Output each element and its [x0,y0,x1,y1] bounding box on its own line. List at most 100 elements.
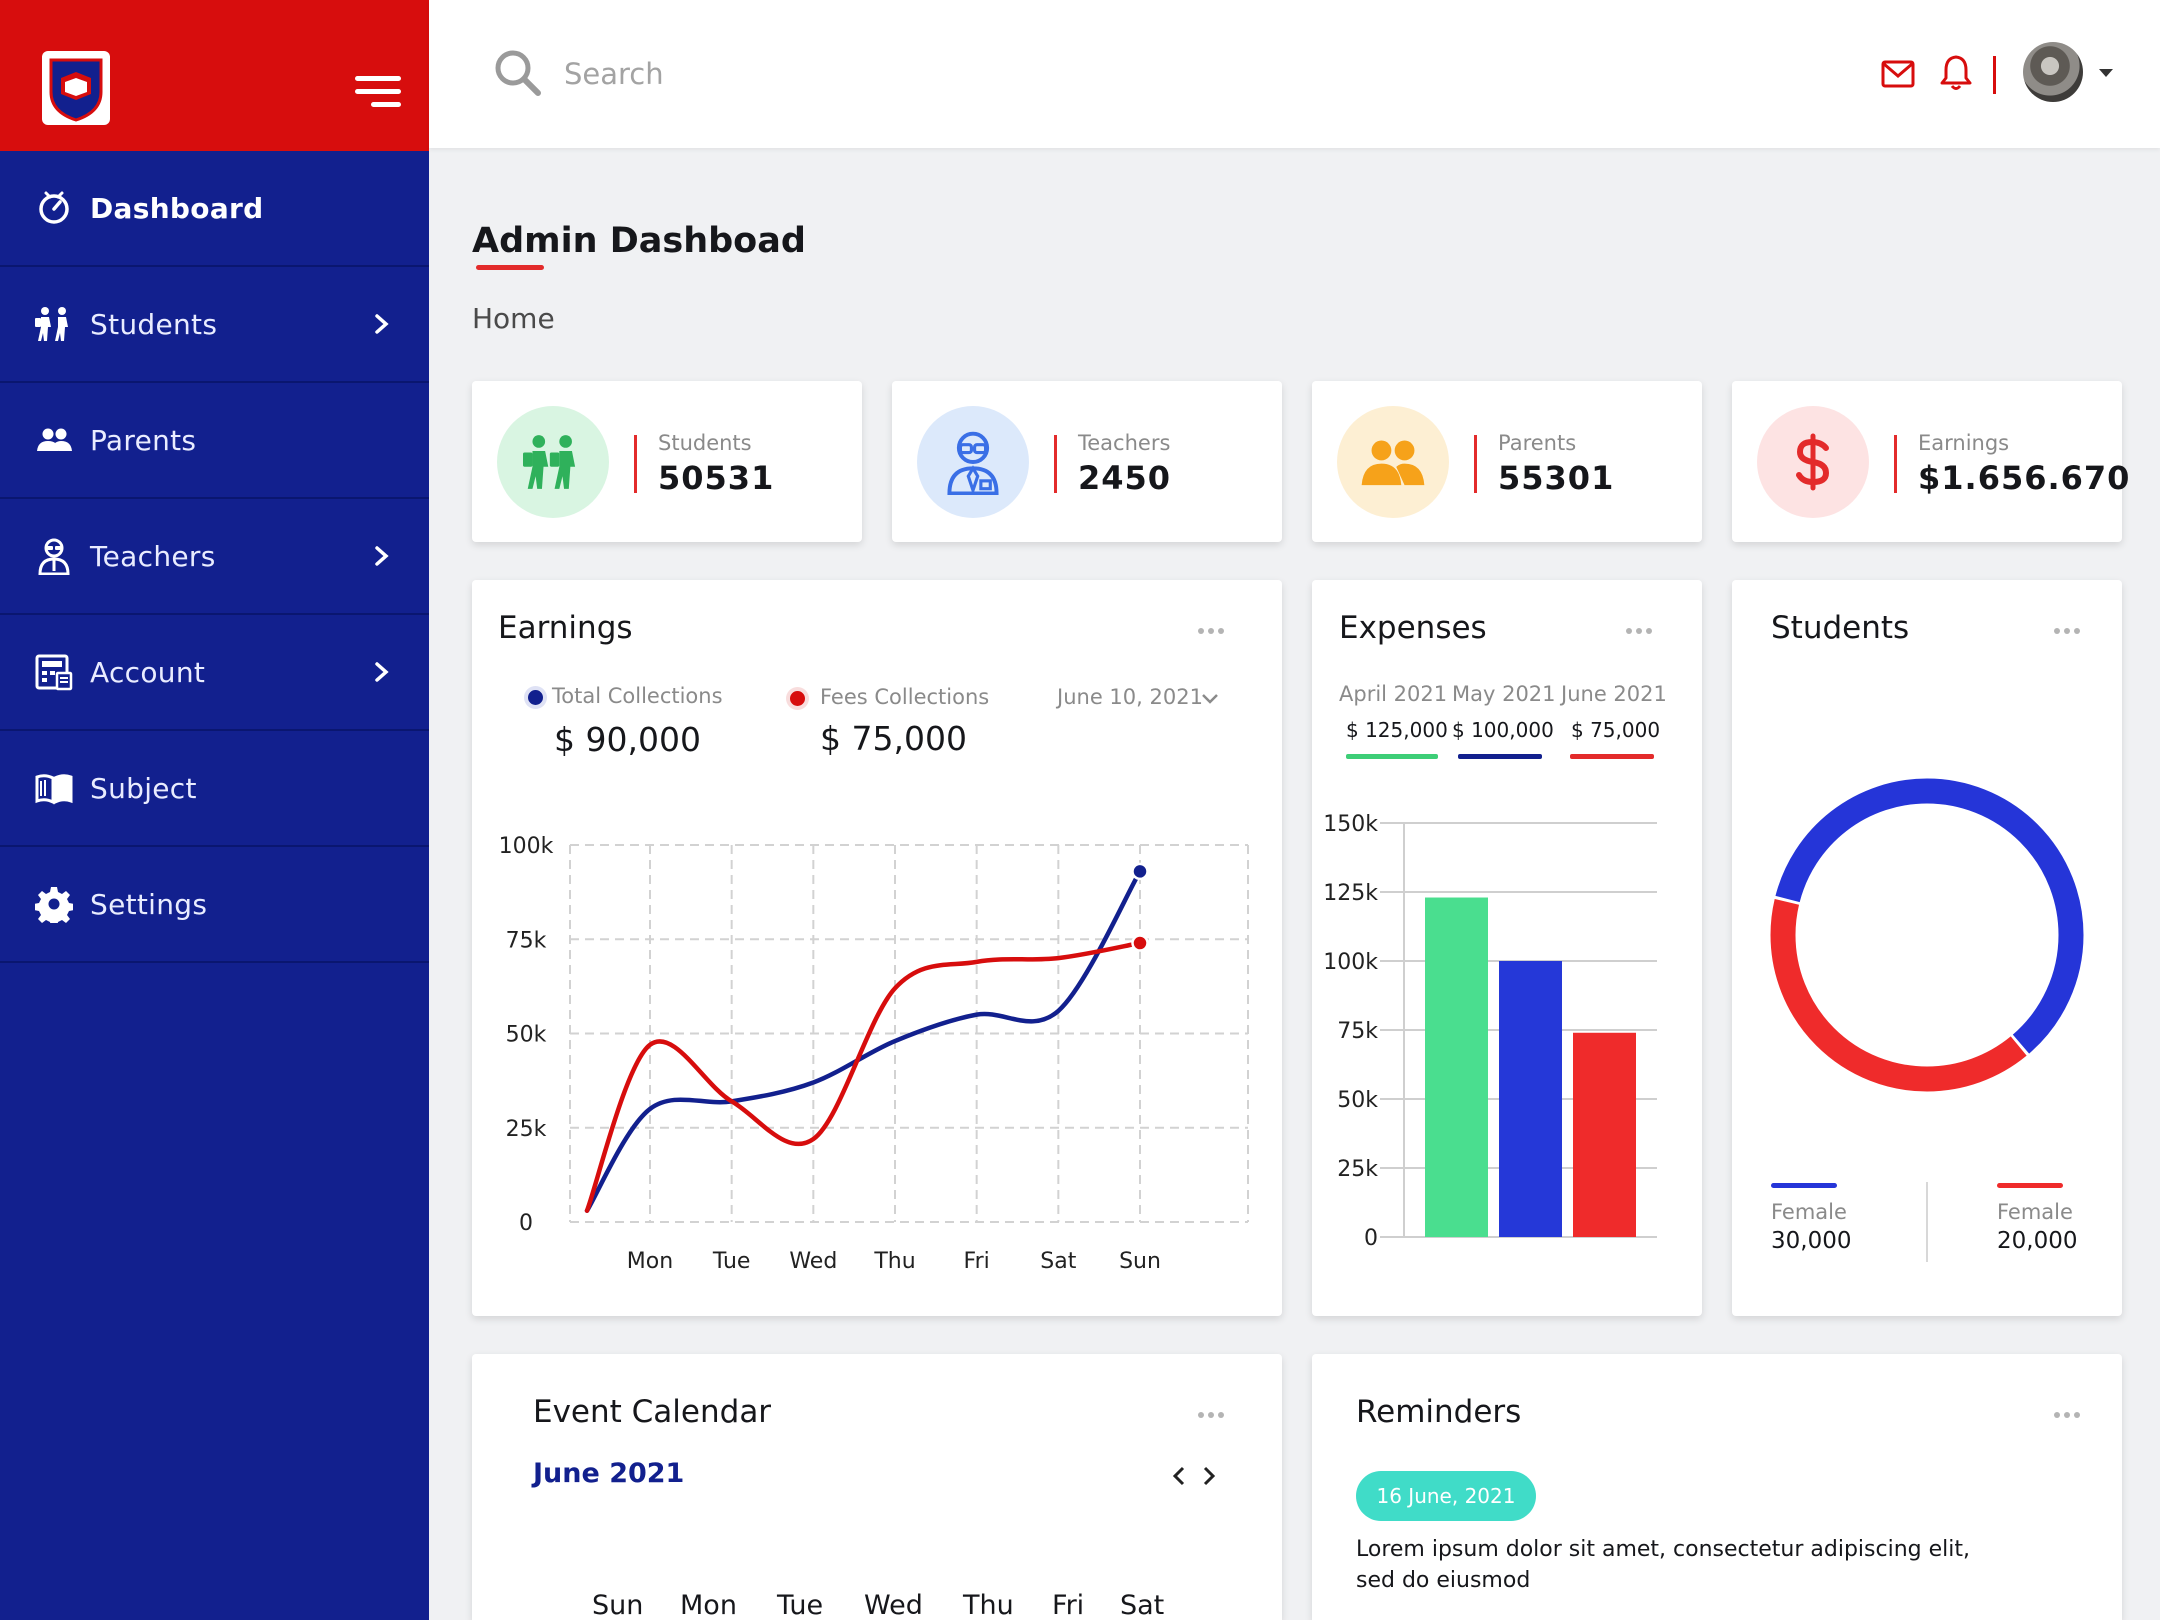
earnings-line-chart: 0 25k 50k 75k 100k Mon Tue Wed Thu Fri Sat Sun [499,834,1249,1274]
month-label: June 2021 [1561,682,1667,706]
stat-card-earnings: Earnings $1.656.670 [1732,381,2129,542]
more-options-icon[interactable] [1626,626,1658,636]
legend-label: Female [1997,1200,2073,1224]
sidebar-item-parents[interactable]: Parents [0,383,429,499]
month-label: April 2021 [1339,682,1448,706]
x-tick-label: Thu [873,1249,915,1274]
stat-card-students: Students 50531 [472,381,862,542]
y-tick-label: 25k [1337,1157,1378,1182]
reminder-text: Lorem ipsum dolor sit amet, consectetur … [1356,1537,1970,1593]
calendar-month: June 2021 [533,1458,685,1489]
y-tick-label: 75k [506,928,547,953]
chevron-down-icon[interactable] [1200,692,1220,706]
sidebar-item-label: Parents [90,423,197,457]
card-title: Expenses [1339,610,1487,646]
legend-label: Fees Collections [820,685,990,709]
x-tick-label: Fri [964,1249,990,1274]
school-logo [42,51,110,125]
search-input[interactable] [564,52,1164,96]
avatar[interactable] [2023,42,2083,102]
y-tick-label: 100k [1323,950,1378,975]
stat-icon-circle [497,406,609,518]
y-tick-label: 125k [1323,881,1378,906]
date-select[interactable]: June 10, 2021 [1057,685,1203,709]
event-calendar-card: Event Calendar June 2021 Sun Mon Tue Wed… [472,1354,1282,1620]
legend-value: 20,000 [1997,1228,2078,1254]
sidebar-item-subject[interactable]: Subject [0,731,429,847]
card-title: Reminders [1356,1394,1522,1430]
legend-value: $ 90,000 [554,720,701,759]
chevron-right-icon [375,662,389,682]
search-icon[interactable] [493,48,543,98]
brand-bar [0,0,429,151]
topbar-divider [1993,56,1996,94]
sidebar-item-account[interactable]: Account [0,615,429,731]
stat-card-parents: Parents 55301 [1312,381,1702,542]
more-options-icon[interactable] [1198,626,1230,636]
sidebar-item-label: Dashboard [90,191,264,225]
breadcrumb: Home [472,302,555,335]
sidebar-item-label: Students [90,307,218,341]
stat-divider [1054,435,1057,493]
weekday-label: Mon [680,1590,737,1620]
sidebar-item-label: Account [90,655,206,689]
expenses-card: Expenses April 2021 $ 125,000 May 2021 $… [1312,580,1702,1316]
weekday-label: Wed [864,1590,923,1620]
page-title: Admin Dashboad [472,221,806,261]
month-value: $ 100,000 [1452,718,1554,742]
stat-divider [634,435,637,493]
stat-icon-circle [1337,406,1449,518]
sidebar-item-teachers[interactable]: Teachers [0,499,429,615]
chevron-right-icon [375,546,389,566]
month-underline [1570,754,1654,759]
x-tick-label: Sat [1040,1249,1076,1274]
card-title: Earnings [498,610,633,646]
month-underline [1458,754,1542,759]
weekday-label: Tue [777,1590,824,1620]
chevron-right-icon[interactable] [1200,1464,1218,1488]
sidebar-item-dashboard[interactable]: Dashboard [0,151,429,267]
card-title: Event Calendar [533,1394,772,1430]
stat-value: 50531 [658,459,775,497]
teacher-icon [947,431,999,495]
y-tick-label: 150k [1323,812,1378,837]
sidebar-item-students[interactable]: Students [0,267,429,383]
sidebar-item-label: Subject [90,771,197,805]
series-end-point [1131,862,1149,881]
more-options-icon[interactable] [2054,1410,2086,1420]
legend-bar [1997,1183,2063,1188]
expense-bar [1425,897,1488,1237]
account-icon [35,654,73,691]
menu-toggle-button[interactable] [355,76,401,108]
reminder-date-badge: 16 June, 2021 [1356,1471,1536,1521]
dashboard-icon [39,191,69,224]
stat-value: $1.656.670 [1918,459,2131,497]
chevron-left-icon[interactable] [1170,1464,1188,1488]
caret-down-icon[interactable] [2097,66,2115,80]
parents-icon [1361,440,1425,486]
weekday-label: Thu [963,1590,1014,1620]
sidebar-nav: Dashboard Students Parents Teachers Acco… [0,151,429,963]
students-donut-chart [1770,778,2084,1092]
stat-divider [1474,435,1477,493]
mail-icon [1881,60,1915,88]
sidebar-item-label: Teachers [90,539,216,573]
weekday-label: Sat [1120,1590,1165,1620]
more-options-icon[interactable] [2054,626,2086,636]
topbar [429,0,2160,148]
stat-label: Earnings [1918,431,2010,455]
weekday-label: Fri [1052,1590,1085,1620]
stat-label: Parents [1498,431,1577,455]
sidebar-item-settings[interactable]: Settings [0,847,429,963]
stat-divider [1894,435,1897,493]
legend-value: 30,000 [1771,1228,1852,1254]
y-tick-label: 50k [1337,1088,1378,1113]
gear-icon [35,887,73,923]
weekday-label: Sun [592,1590,644,1620]
series-line [584,940,1143,1213]
students-icon [35,307,68,341]
legend-dot-fees [790,691,805,706]
more-options-icon[interactable] [1198,1410,1230,1420]
students-card: Students Female 30,000 Female 20,000 [1732,580,2122,1316]
legend-label: Total Collections [552,684,723,708]
